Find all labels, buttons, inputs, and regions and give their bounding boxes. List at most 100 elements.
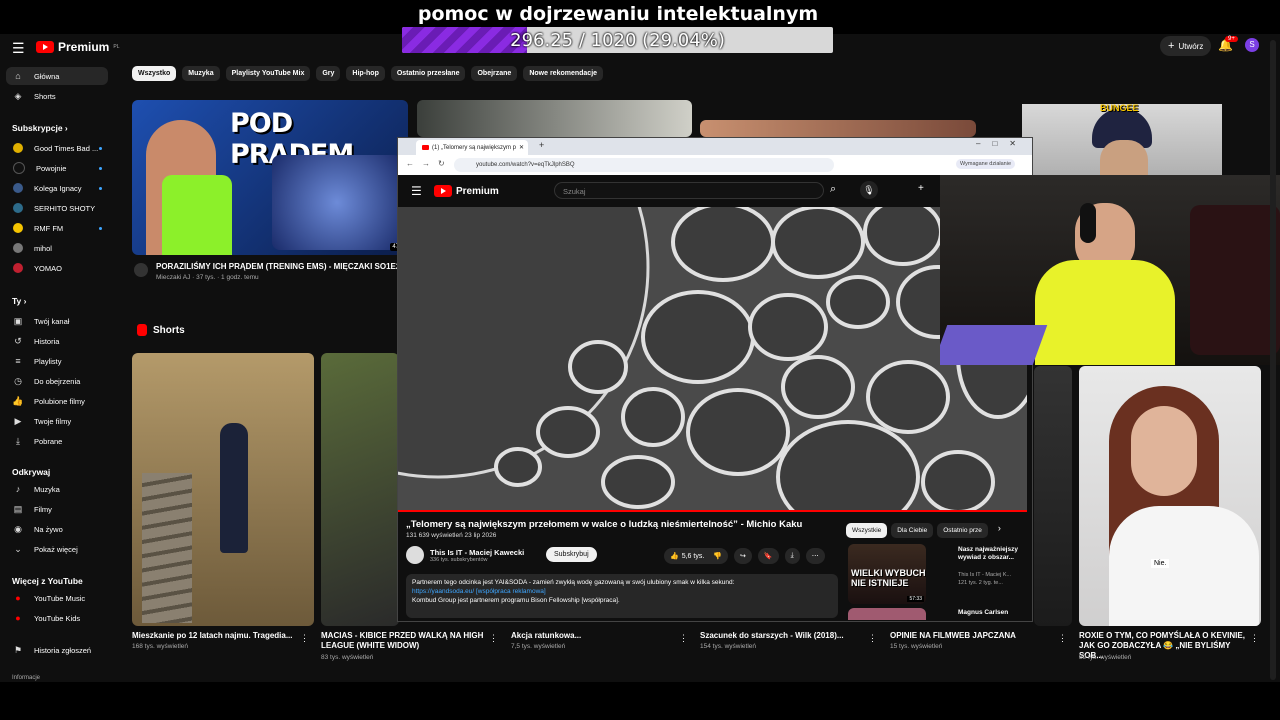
sidebar-item-report-history[interactable]: ⚑ Historia zgłoszeń <box>6 641 108 659</box>
chip-recent[interactable]: Ostatnio prze <box>937 523 988 538</box>
youtube-premium-logo[interactable]: Premium PL <box>36 40 119 54</box>
sidebar-item-shorts[interactable]: ◈ Shorts <box>6 87 108 105</box>
sidebar-item-show-more[interactable]: ⌄ Pokaż więcej <box>6 540 108 558</box>
sidebar-item-yt-kids[interactable]: ● YouTube Kids <box>6 609 108 627</box>
short-title[interactable]: Szacunek do starszych - Wilk (2018)... <box>700 631 865 641</box>
channel-avatar[interactable] <box>406 546 424 564</box>
sidebar-sub-item[interactable]: RMF FM <box>6 219 108 237</box>
subscribe-button[interactable]: Subskrybuj <box>546 547 597 562</box>
youtube-premium-logo[interactable]: Premium <box>434 185 499 197</box>
video-thumbnail[interactable] <box>417 100 692 137</box>
short-title[interactable]: Mieszkanie po 12 latach najmu. Tragedia.… <box>132 631 297 641</box>
info-link[interactable]: Informacje <box>12 675 40 681</box>
channel-avatar[interactable] <box>134 263 148 277</box>
related-title[interactable]: Nasz najważniejszy wywiad z obszar... <box>958 546 1024 562</box>
sidebar-sub-item[interactable]: Good Times Bad ... <box>6 139 108 157</box>
short-thumbnail[interactable]: Nie. <box>1079 366 1261 626</box>
short-thumbnail[interactable] <box>321 353 399 626</box>
sidebar-sub-item[interactable]: Kolega Ignacy <box>6 179 108 197</box>
chip-hiphop[interactable]: Hip-hop <box>346 66 385 81</box>
sidebar-item-films[interactable]: ▤ Filmy <box>6 500 108 518</box>
browser-tab[interactable]: (1) „Telomery są największym p ✕ <box>416 140 528 155</box>
save-button[interactable]: 🔖 <box>757 548 779 564</box>
menu-icon[interactable]: ☰ <box>411 184 422 198</box>
sidebar-item-history[interactable]: ↺ Historia <box>6 332 108 350</box>
sidebar-item-liked[interactable]: 👍 Polubione filmy <box>6 392 108 410</box>
like-button[interactable]: 👍 5,6 tys. 👎 <box>664 548 729 564</box>
chip-all[interactable]: Wszystkie <box>846 523 888 538</box>
mic-icon[interactable]: 🎙 <box>860 181 878 199</box>
short-title[interactable]: Akcja ratunkowa... <box>511 631 676 641</box>
new-tab-icon[interactable]: + <box>539 140 544 150</box>
close-tab-icon[interactable]: ✕ <box>519 144 524 151</box>
video-player[interactable] <box>398 207 1027 512</box>
chip-new-recs[interactable]: Nowe rekomendacje <box>523 66 604 81</box>
goal-progress-bar: 296.25 / 1020 (29.04%) <box>402 27 833 53</box>
description-link[interactable]: https://yaandsoda.eu/ [współpraca reklam… <box>412 587 832 596</box>
create-button[interactable]: + Utwórz <box>1160 36 1212 56</box>
chevron-right-icon[interactable]: › <box>992 523 1001 538</box>
chip-games[interactable]: Gry <box>316 66 341 81</box>
sidebar-item-channel[interactable]: ▣ Twój kanał <box>6 312 108 330</box>
feature-channel[interactable]: Mieczaki AJ <box>156 274 190 281</box>
description-line: Partnerem tego odcinka jest YAI&SODA - z… <box>412 579 735 586</box>
create-icon[interactable]: + <box>918 183 924 194</box>
avatar[interactable]: S <box>1245 38 1259 52</box>
short-title[interactable]: MACIAS - KIBICE PRZED WALKĄ NA HIGH LEAG… <box>321 631 486 651</box>
video-actions: 👍 5,6 tys. 👎 ↪ 🔖 ⤓ ⋯ <box>664 548 825 564</box>
search-icon[interactable]: ⌕ <box>830 183 836 196</box>
window-controls[interactable]: –□✕ <box>976 139 1028 148</box>
page-scrollbar[interactable] <box>1270 40 1276 680</box>
sidebar-item-home[interactable]: ⌂ Główna <box>6 67 108 85</box>
sidebar-sub-item[interactable]: SERHITO SHOTY <box>6 199 108 217</box>
related-title[interactable]: Magnus Carlsen <box>958 609 1008 616</box>
sidebar-sub-item[interactable]: YOMAO <box>6 259 108 277</box>
sidebar-sub-item[interactable]: Powojnie <box>6 159 108 177</box>
sidebar-item-your-videos[interactable]: ▶ Twoje filmy <box>6 412 108 430</box>
chip-watched[interactable]: Obejrzane <box>471 66 518 81</box>
nav-arrows-icon[interactable]: ←→↻ <box>406 159 453 168</box>
chip-music[interactable]: Muzyka <box>182 66 220 81</box>
chip-recent[interactable]: Ostatnio przesłane <box>390 66 466 81</box>
action-required-button[interactable]: Wymagane działanie <box>956 159 1016 169</box>
related-thumbnail[interactable] <box>848 608 926 620</box>
feature-thumbnail[interactable]: POD PRĄDEM 47:3 <box>132 100 408 255</box>
url-field[interactable]: youtube.com/watch?v=eqTkJlphSBQ <box>454 158 834 172</box>
feature-title[interactable]: PORAZILIŚMY ICH PRĄDEM (TRENING EMS) - M… <box>156 262 406 272</box>
sidebar-item-live[interactable]: ◉ Na żywo <box>6 520 108 538</box>
sidebar-item-playlists[interactable]: ≡ Playlisty <box>6 352 108 370</box>
more-options-icon[interactable]: ⋮ <box>300 633 309 644</box>
more-options-icon[interactable]: ⋮ <box>1058 633 1067 644</box>
more-options-icon[interactable]: ⋮ <box>489 633 498 644</box>
channel-name[interactable]: This Is IT - Maciej Kawecki <box>430 548 524 557</box>
sidebar-item-yt-music[interactable]: ● YouTube Music <box>6 589 108 607</box>
download-button[interactable]: ⤓ <box>784 548 800 564</box>
sidebar-item-downloads[interactable]: ⤓ Pobrane <box>6 432 108 450</box>
chip-for-you[interactable]: Dla Ciebie <box>891 523 934 538</box>
video-description[interactable]: Partnerem tego odcinka jest YAI&SODA - z… <box>406 574 838 618</box>
short-views: 83 tys. wyświetleń <box>321 654 374 661</box>
search-input[interactable]: Szukaj <box>554 182 824 199</box>
more-actions-button[interactable]: ⋯ <box>805 548 825 564</box>
hat-text: BUNGEE <box>1100 104 1139 113</box>
more-options-icon[interactable]: ⋮ <box>679 633 688 644</box>
you-header[interactable]: Ty › <box>12 296 27 306</box>
browser-tab-bar: (1) „Telomery są największym p ✕ + –□✕ <box>398 138 1032 155</box>
share-button[interactable]: ↪ <box>734 548 752 564</box>
short-title[interactable]: OPINIE NA FILMWEB JAPCZANA <box>890 631 1055 641</box>
sidebar-item-label: Playlisty <box>34 356 62 366</box>
chip-playlists[interactable]: Playlisty YouTube Mix <box>225 66 311 81</box>
chip-all[interactable]: Wszystko <box>132 66 177 81</box>
sidebar-item-watch-later[interactable]: ◷ Do obejrzenia <box>6 372 108 390</box>
subscriptions-header[interactable]: Subskrypcje › <box>12 123 68 133</box>
menu-icon[interactable]: ☰ <box>12 40 25 56</box>
short-thumbnail[interactable] <box>1034 366 1072 626</box>
sidebar-sub-item[interactable]: mihol <box>6 239 108 257</box>
related-chips: Wszystkie Dla Ciebie Ostatnio prze › <box>846 523 1001 538</box>
more-options-icon[interactable]: ⋮ <box>868 633 877 644</box>
related-thumbnail[interactable]: WIELKI WYBUCH NIE ISTNIEJE 57:33 <box>848 544 926 604</box>
more-options-icon[interactable]: ⋮ <box>1250 633 1259 644</box>
short-thumbnail[interactable] <box>132 353 314 626</box>
video-thumbnail[interactable] <box>700 120 976 137</box>
sidebar-item-music[interactable]: ♪ Muzyka <box>6 480 108 498</box>
